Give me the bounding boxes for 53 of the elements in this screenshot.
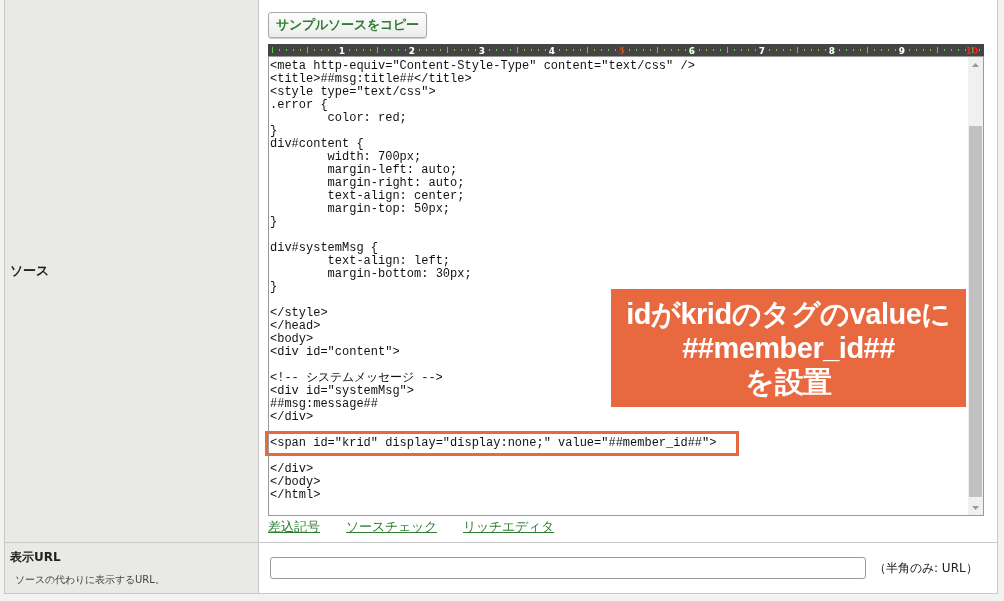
field-hint: ソースの代わりに表示するURL。 [14, 573, 165, 587]
code-line: <body> [270, 333, 314, 346]
code-line: div#systemMsg { [270, 242, 379, 255]
code-line: </div> [270, 463, 314, 476]
code-line: .error { [270, 99, 328, 112]
url-input-field[interactable] [270, 557, 866, 579]
callout-text: idがkridのタグのvalueに [626, 297, 951, 331]
code-line: </div> [270, 411, 314, 424]
code-line: margin-top: 50px; [326, 203, 451, 216]
scrollbar[interactable] [968, 57, 983, 515]
ruler-number: 2 [408, 46, 416, 56]
code-line: color: red; [326, 112, 407, 125]
code-line: <!-- システムメッセージ --> [270, 372, 443, 385]
code-line: margin-left: auto; [326, 164, 458, 177]
code-line: <meta http-equiv="Content-Style-Type" content="text/css" /> [270, 60, 695, 73]
field-label: ソース [10, 262, 49, 280]
callout-text: ##member_id## [682, 331, 895, 365]
code-line: text-align: center; [326, 190, 465, 203]
code-line: margin-bottom: 30px; [326, 268, 472, 281]
code-line: margin-right: auto; [326, 177, 465, 190]
callout-text: を設置 [745, 365, 832, 399]
code-line: div#content { [270, 138, 364, 151]
code-line: <div id="systemMsg"> [270, 385, 415, 398]
ruler-number: 8 [828, 46, 836, 56]
code-line: width: 700px; [326, 151, 422, 164]
link[interactable]: 差込記号 [268, 518, 320, 536]
link[interactable]: リッチエディタ [463, 518, 554, 536]
ruler-number: 6 [688, 46, 696, 56]
ruler-number: 5 [618, 46, 626, 56]
code-line: </style> [270, 307, 328, 320]
field-label: 表示URL [10, 549, 61, 566]
code-line: } [270, 125, 278, 138]
code-line: <title>##msg:title##</title> [270, 73, 472, 86]
ruler-number: 7 [758, 46, 766, 56]
code-line: } [270, 281, 278, 294]
scrollbar-thumb[interactable] [969, 126, 982, 497]
code-line: </body> [270, 476, 321, 489]
ruler-number: 4 [548, 46, 556, 56]
ruler-number: 10 [965, 46, 979, 56]
link[interactable]: ソースチェック [346, 518, 437, 536]
ruler-number: 3 [478, 46, 486, 56]
code-line: <div id="content"> [270, 346, 400, 359]
code-line: ##msg:message## [270, 398, 379, 411]
copy-button[interactable]: サンプルソースをコピー [268, 12, 427, 38]
code-editor[interactable] [268, 56, 984, 516]
code-line: text-align: left; [326, 255, 451, 268]
ruler-number: 1 [338, 46, 346, 56]
code-line: <style type="text/css"> [270, 86, 436, 99]
code-line: </html> [270, 489, 321, 502]
ruler-number: 9 [898, 46, 906, 56]
code-line: </head> [270, 320, 321, 333]
code-line: } [270, 216, 278, 229]
input-note: （半角のみ: URL） [874, 559, 978, 577]
